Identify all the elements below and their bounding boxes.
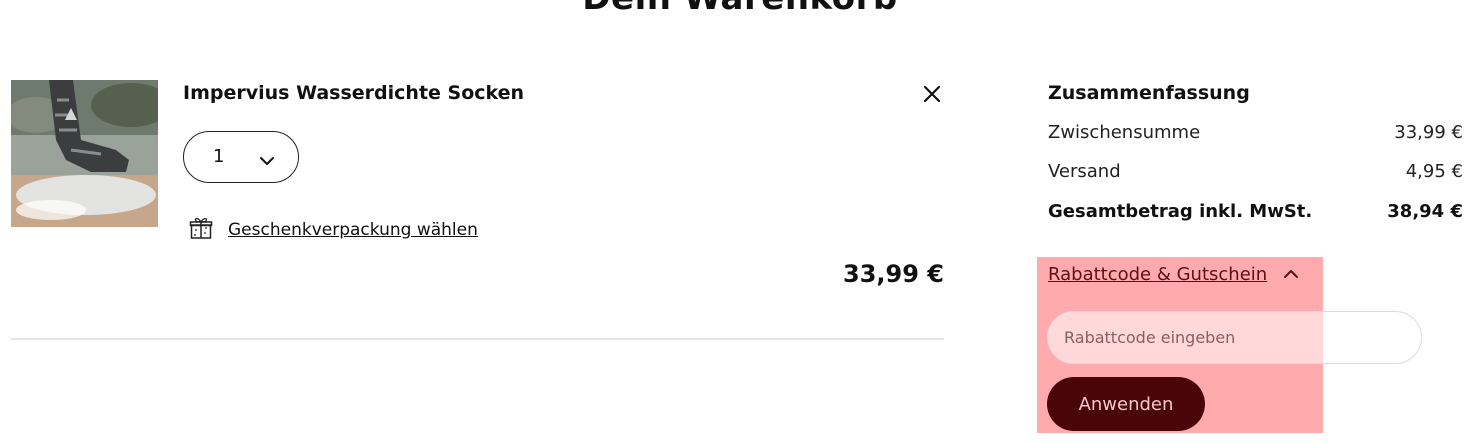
chevron-up-icon[interactable] [1283, 265, 1299, 284]
summary-heading: Zusammenfassung [1048, 82, 1250, 104]
subtotal-row: Zwischensumme 33,99 € [1048, 122, 1463, 143]
shipping-row: Versand 4,95 € [1048, 161, 1463, 182]
shipping-label: Versand [1048, 161, 1121, 182]
gift-icon [189, 216, 213, 244]
chevron-down-icon [259, 152, 275, 171]
quantity-select[interactable]: 1 [183, 131, 299, 183]
page-title: Dein Warenkorb [0, 0, 1480, 18]
coupon-toggle-label[interactable]: Rabattcode & Gutschein [1048, 264, 1267, 285]
gift-wrap-link[interactable]: Geschenkverpackung wählen [228, 220, 478, 240]
coupon-toggle[interactable]: Rabattcode & Gutschein [1048, 264, 1299, 285]
subtotal-label: Zwischensumme [1048, 122, 1201, 143]
total-label: Gesamtbetrag inkl. MwSt. [1048, 201, 1313, 222]
remove-item-button[interactable] [918, 80, 946, 108]
product-image[interactable] [11, 80, 158, 227]
shipping-value: 4,95 € [1405, 161, 1463, 182]
divider [11, 338, 944, 340]
total-value: 38,94 € [1387, 201, 1463, 222]
apply-coupon-button[interactable]: Anwenden [1047, 377, 1205, 431]
item-price: 33,99 € [843, 260, 944, 288]
product-photo [11, 80, 158, 227]
coupon-code-input[interactable] [1047, 311, 1422, 364]
subtotal-value: 33,99 € [1394, 122, 1463, 143]
product-name[interactable]: Impervius Wasserdichte Socken [183, 82, 524, 104]
gift-wrap-option[interactable]: Geschenkverpackung wählen [189, 216, 478, 244]
close-icon [923, 85, 941, 103]
total-row: Gesamtbetrag inkl. MwSt. 38,94 € [1048, 201, 1463, 222]
quantity-value: 1 [213, 146, 225, 167]
